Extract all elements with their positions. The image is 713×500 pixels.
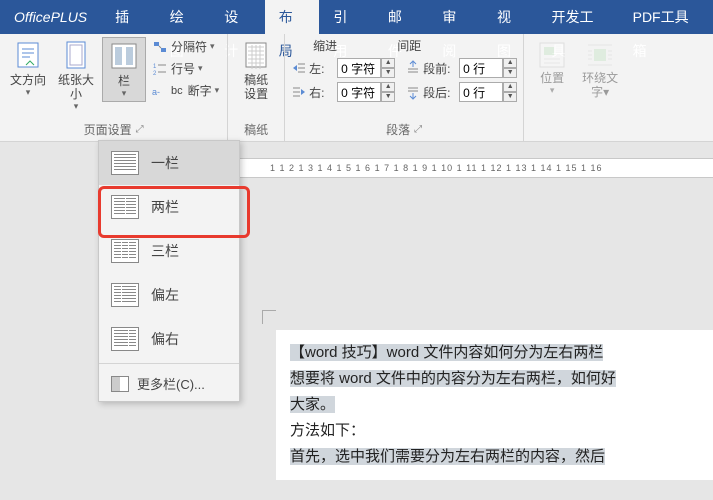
tab-mail[interactable]: 邮件 (374, 0, 429, 34)
spin-down[interactable]: ▼ (503, 68, 517, 78)
line-numbers-button[interactable]: 12行号▾ (150, 59, 221, 78)
breaks-icon (152, 39, 168, 55)
ribbon: 文方向▾ 纸张大小▾ 栏▾ 分隔符▾ 12行号▾ a-bc断字▾ 页面设置 ⤢ 稿… (0, 34, 713, 142)
spacing-after-icon (405, 84, 421, 100)
two-column-icon (111, 195, 139, 219)
tab-design[interactable]: 设计 (210, 0, 265, 34)
columns-two[interactable]: 两栏 (99, 185, 239, 229)
columns-icon (108, 40, 140, 72)
one-column-icon (111, 151, 139, 175)
hyphenation-button[interactable]: a-bc断字▾ (150, 81, 221, 100)
columns-left[interactable]: 偏左 (99, 273, 239, 317)
more-columns-icon (111, 376, 129, 392)
spin-down[interactable]: ▼ (381, 68, 395, 78)
svg-text:1: 1 (153, 64, 157, 70)
paper-icon (240, 39, 272, 71)
spin-down[interactable]: ▼ (381, 92, 395, 102)
paper-settings-button[interactable]: 稿纸设置 (234, 37, 278, 103)
svg-text:2: 2 (153, 71, 157, 77)
group-label: 页面设置 (84, 121, 132, 138)
left-column-icon (111, 283, 139, 307)
columns-right[interactable]: 偏右 (99, 317, 239, 361)
spacing-header: 间距 (397, 37, 421, 54)
dialog-launcher-icon[interactable]: ⤢ (136, 124, 144, 135)
page-corner (262, 310, 276, 324)
spacing-before-icon (405, 60, 421, 76)
tab-insert[interactable]: 插入 (101, 0, 156, 34)
group-paper: 稿纸设置 稿纸 (228, 34, 285, 141)
indent-right-icon (291, 84, 307, 100)
size-icon (60, 39, 92, 71)
right-column-icon (111, 327, 139, 351)
tab-draw[interactable]: 绘图 (156, 0, 211, 34)
spin-up[interactable]: ▲ (503, 82, 517, 92)
group-page-setup: 文方向▾ 纸张大小▾ 栏▾ 分隔符▾ 12行号▾ a-bc断字▾ 页面设置 ⤢ (0, 34, 228, 141)
spin-up[interactable]: ▲ (381, 58, 395, 68)
position-button[interactable]: 位置▾ (530, 37, 574, 98)
tab-layout[interactable]: 布局 (265, 0, 320, 34)
spin-down[interactable]: ▼ (503, 92, 517, 102)
wrap-icon (584, 39, 616, 71)
line-num-icon: 12 (152, 61, 168, 77)
orientation-icon (12, 39, 44, 71)
indent-header: 缩进 (313, 37, 337, 54)
spin-up[interactable]: ▲ (381, 82, 395, 92)
position-icon (536, 39, 568, 71)
tab-pdf[interactable]: PDF工具箱 (619, 0, 713, 34)
tab-review[interactable]: 审阅 (428, 0, 483, 34)
dialog-launcher-icon[interactable]: ⤢ (414, 124, 422, 135)
columns-dropdown: 一栏 两栏 三栏 偏左 偏右 更多栏(C)... (98, 140, 240, 402)
more-columns[interactable]: 更多栏(C)... (99, 366, 239, 401)
indent-left-icon (291, 60, 307, 76)
wrap-button[interactable]: 环绕文字▾ (578, 37, 622, 101)
breaks-button[interactable]: 分隔符▾ (150, 37, 221, 56)
tab-officeplus[interactable]: OfficePLUS (0, 0, 101, 34)
group-label: 稿纸 (228, 118, 284, 141)
size-button[interactable]: 纸张大小▾ (54, 37, 98, 114)
tab-view[interactable]: 视图 (483, 0, 538, 34)
columns-one[interactable]: 一栏 (99, 141, 239, 185)
tab-references[interactable]: 引用 (319, 0, 374, 34)
hyphen-icon: a- (152, 83, 168, 99)
indent-left-input[interactable]: ▲▼ (337, 58, 395, 78)
separator (99, 363, 239, 364)
tab-bar: OfficePLUS 插入 绘图 设计 布局 引用 邮件 审阅 视图 开发工具 … (0, 0, 713, 34)
spacing-before-input[interactable]: ▲▼ (459, 58, 517, 78)
group-arrange: 位置▾ 环绕文字▾ (524, 34, 628, 141)
columns-three[interactable]: 三栏 (99, 229, 239, 273)
svg-text:a-: a- (152, 87, 160, 97)
indent-right-input[interactable]: ▲▼ (337, 82, 395, 102)
orientation-button[interactable]: 文方向▾ (6, 37, 50, 100)
document-body[interactable]: 【word 技巧】word 文件内容如何分为左右两栏 想要将 word 文件中的… (276, 330, 713, 480)
horizontal-ruler[interactable]: 1 1 2 1 3 1 4 1 5 1 6 1 7 1 8 1 9 1 10 1… (240, 158, 713, 178)
three-column-icon (111, 239, 139, 263)
spacing-after-input[interactable]: ▲▼ (459, 82, 517, 102)
columns-button[interactable]: 栏▾ (102, 37, 146, 102)
group-label: 段落 (386, 121, 410, 138)
spin-up[interactable]: ▲ (503, 58, 517, 68)
group-paragraph: 缩进 间距 左: ▲▼ 段前: ▲▼ 右: ▲▼ 段后: ▲▼ 段落⤢ (285, 34, 524, 141)
tab-dev[interactable]: 开发工具 (538, 0, 619, 34)
